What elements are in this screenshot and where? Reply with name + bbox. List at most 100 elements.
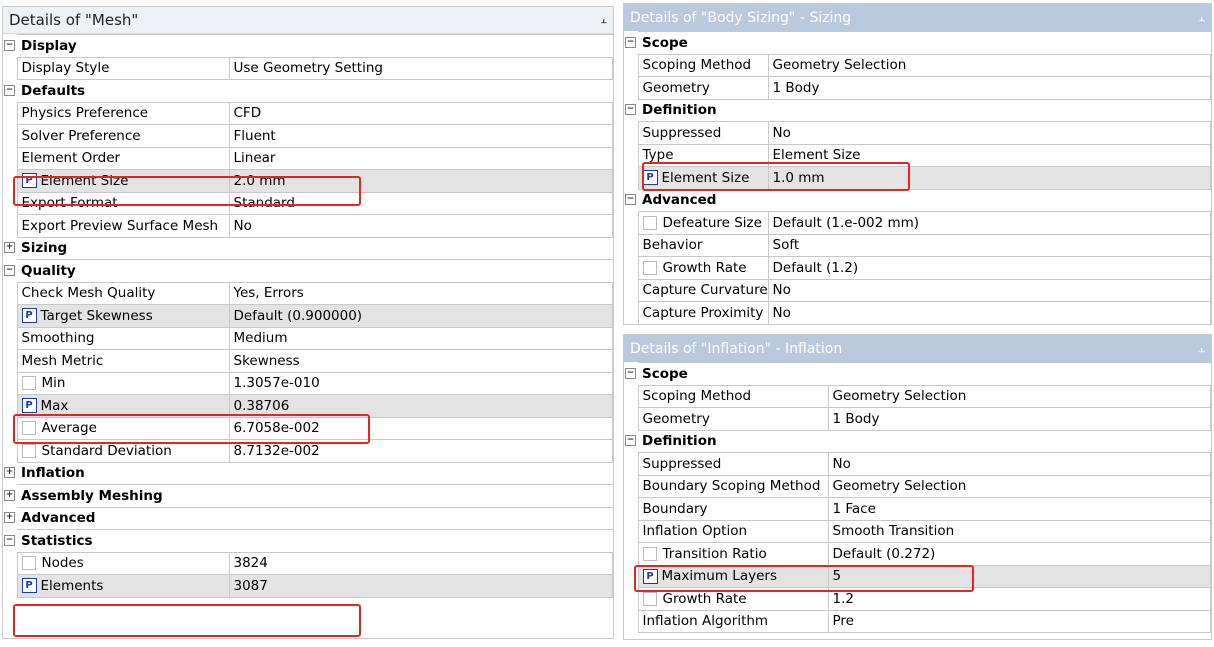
property-row-physics-preference[interactable]: Physics Preference CFD <box>3 101 613 125</box>
collapse-icon[interactable]: − <box>4 39 15 51</box>
property-value[interactable]: Pre <box>827 609 1211 633</box>
parameter-checkbox[interactable] <box>642 215 657 230</box>
property-row-standard-deviation[interactable]: Standard Deviation 8.7132e-002 <box>3 439 613 463</box>
property-row-nodes[interactable]: Nodes 3824 <box>3 551 613 575</box>
section-toggle[interactable]: − <box>624 430 638 453</box>
property-row-growth-rate[interactable]: Growth Rate 1.2 <box>624 587 1211 611</box>
parameter-checkbox[interactable] <box>642 546 657 561</box>
property-row-scoping-method[interactable]: Scoping Method Geometry Selection <box>624 53 1211 77</box>
property-row-geometry[interactable]: Geometry 1 Body <box>624 76 1211 100</box>
section-advanced[interactable]: − Advanced <box>624 188 1211 212</box>
property-value[interactable]: Fluent <box>228 124 613 148</box>
section-toggle[interactable]: − <box>3 80 17 103</box>
property-value[interactable]: Smooth Transition <box>827 519 1211 543</box>
property-value[interactable]: No <box>767 121 1211 145</box>
property-row-type[interactable]: Type Element Size <box>624 143 1211 167</box>
parameter-p-icon[interactable]: P <box>21 173 37 189</box>
section-toggle[interactable]: − <box>3 530 17 553</box>
expand-icon[interactable]: + <box>4 512 15 523</box>
property-value[interactable]: Element Size <box>767 143 1211 167</box>
section-toggle[interactable]: + <box>3 462 17 485</box>
property-value[interactable]: 6.7058e-002 <box>228 416 613 440</box>
parameter-checkbox[interactable] <box>642 260 657 275</box>
parameter-p-icon[interactable]: P <box>21 578 37 594</box>
parameter-checkbox[interactable] <box>21 443 36 458</box>
property-row-check-mesh-quality[interactable]: Check Mesh Quality Yes, Errors <box>3 281 613 305</box>
property-row-max[interactable]: P Max 0.38706 <box>3 394 613 418</box>
property-value[interactable]: CFD <box>228 101 613 125</box>
property-value[interactable]: Geometry Selection <box>827 474 1211 498</box>
property-row-element-size[interactable]: P Element Size 2.0 mm <box>3 169 613 193</box>
section-definition[interactable]: − Definition <box>624 429 1211 453</box>
collapse-icon[interactable]: − <box>625 435 636 446</box>
property-row-element-size[interactable]: P Element Size 1.0 mm <box>624 166 1211 190</box>
section-quality[interactable]: − Quality <box>3 259 613 283</box>
parameter-p-icon[interactable]: P <box>642 170 658 186</box>
collapse-icon[interactable]: − <box>625 36 636 48</box>
property-value[interactable]: Linear <box>228 146 613 170</box>
section-assembly-meshing[interactable]: + Assembly Meshing <box>3 484 613 508</box>
property-value[interactable]: 1.0 mm <box>767 166 1211 190</box>
section-inflation[interactable]: + Inflation <box>3 461 613 485</box>
property-row-smoothing[interactable]: Smoothing Medium <box>3 326 613 350</box>
property-value[interactable]: Use Geometry Setting <box>228 56 613 80</box>
parameter-checkbox[interactable] <box>21 421 36 436</box>
section-statistics[interactable]: − Statistics <box>3 529 613 553</box>
section-toggle[interactable]: + <box>3 237 17 260</box>
property-value[interactable]: Yes, Errors <box>228 281 613 305</box>
property-row-scoping-method[interactable]: Scoping Method Geometry Selection <box>624 384 1211 408</box>
parameter-p-icon[interactable]: P <box>21 398 37 414</box>
parameter-checkbox[interactable] <box>642 591 657 606</box>
parameter-checkbox[interactable] <box>21 556 36 571</box>
section-toggle[interactable]: + <box>3 485 17 508</box>
property-value[interactable]: 0.38706 <box>228 394 613 418</box>
property-row-inflation-option[interactable]: Inflation Option Smooth Transition <box>624 519 1211 543</box>
property-value[interactable]: Default (0.272) <box>827 542 1211 566</box>
property-value[interactable]: 1 Face <box>827 497 1211 521</box>
property-row-element-order[interactable]: Element Order Linear <box>3 146 613 170</box>
section-toggle[interactable]: − <box>624 189 638 212</box>
property-row-export-format[interactable]: Export Format Standard <box>3 191 613 215</box>
property-row-boundary[interactable]: Boundary 1 Face <box>624 497 1211 521</box>
pin-icon[interactable]: ⫠ <box>1198 342 1205 356</box>
property-row-inflation-algorithm[interactable]: Inflation Algorithm Pre <box>624 609 1211 633</box>
property-value[interactable]: Skewness <box>228 349 613 373</box>
property-row-defeature-size[interactable]: Defeature Size Default (1.e-002 mm) <box>624 211 1211 235</box>
property-value[interactable]: No <box>767 278 1211 302</box>
property-value[interactable]: Default (1.2) <box>767 256 1211 280</box>
section-toggle[interactable]: − <box>624 32 638 55</box>
collapse-icon[interactable]: − <box>4 534 15 546</box>
property-row-min[interactable]: Min 1.3057e-010 <box>3 371 613 395</box>
expand-icon[interactable]: + <box>4 242 15 253</box>
parameter-checkbox[interactable] <box>21 376 36 391</box>
property-row-capture-proximity[interactable]: Capture Proximity No <box>624 301 1211 324</box>
property-value[interactable]: No <box>767 301 1211 324</box>
property-row-boundary-scoping-method[interactable]: Boundary Scoping Method Geometry Selectio… <box>624 474 1211 498</box>
property-value[interactable]: 1.3057e-010 <box>228 371 613 395</box>
section-sizing[interactable]: + Sizing <box>3 236 613 260</box>
property-value[interactable]: 8.7132e-002 <box>228 439 613 463</box>
parameter-p-icon[interactable]: P <box>21 308 37 324</box>
property-value[interactable]: No <box>228 214 613 238</box>
section-toggle[interactable]: − <box>3 35 17 58</box>
property-value[interactable]: Default (1.e-002 mm) <box>767 211 1211 235</box>
section-definition[interactable]: − Definition <box>624 98 1211 122</box>
collapse-icon[interactable]: − <box>625 194 636 205</box>
property-row-mesh-metric[interactable]: Mesh Metric Skewness <box>3 349 613 373</box>
section-toggle[interactable]: − <box>624 99 638 122</box>
section-advanced[interactable]: + Advanced <box>3 506 613 530</box>
property-row-average[interactable]: Average 6.7058e-002 <box>3 416 613 440</box>
pin-icon[interactable]: ⫠ <box>600 13 607 27</box>
parameter-p-icon[interactable]: P <box>642 568 658 584</box>
property-value[interactable]: Default (0.900000) <box>228 304 613 328</box>
section-toggle[interactable]: − <box>3 260 17 283</box>
property-value[interactable]: Soft <box>767 233 1211 257</box>
property-row-growth-rate[interactable]: Growth Rate Default (1.2) <box>624 256 1211 280</box>
property-row-capture-curvature[interactable]: Capture Curvature No <box>624 278 1211 302</box>
property-value[interactable]: Standard <box>228 191 613 215</box>
property-row-transition-ratio[interactable]: Transition Ratio Default (0.272) <box>624 542 1211 566</box>
property-value[interactable]: 3824 <box>228 551 613 575</box>
collapse-icon[interactable]: − <box>4 84 15 96</box>
section-toggle[interactable]: + <box>3 507 17 530</box>
property-row-elements[interactable]: P Elements 3087 <box>3 574 613 598</box>
